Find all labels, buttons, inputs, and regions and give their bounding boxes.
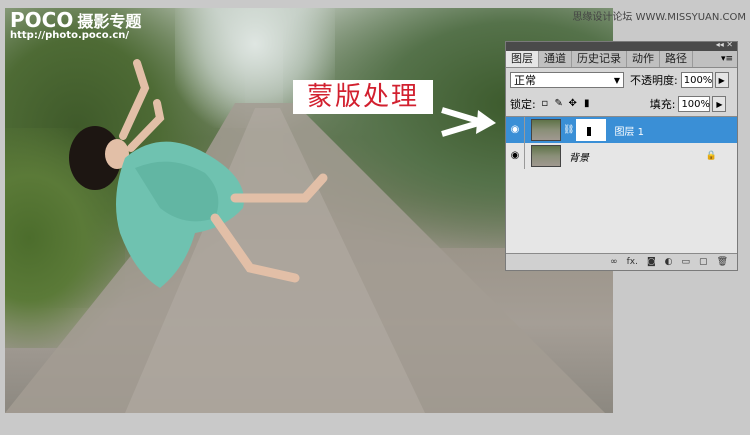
watermark: 思缘设计论坛 WWW.MISSYUAN.COM	[572, 12, 746, 23]
fill-input[interactable]: 100%	[678, 96, 711, 112]
logo-url: http://photo.poco.cn/	[10, 30, 130, 41]
fill-label: 填充:	[649, 98, 676, 111]
eye-icon[interactable]: ◉	[506, 117, 525, 143]
mask-caption: 蒙版处理	[293, 80, 433, 114]
link-icon[interactable]: ∞	[610, 257, 618, 267]
arrow-icon	[441, 107, 496, 137]
blend-mode-select[interactable]: 正常 ▼	[510, 72, 624, 88]
opacity-input[interactable]: 100%	[680, 72, 713, 88]
layer-name: 背景	[569, 152, 589, 164]
layers-panel: ◂◂ ✕ 图层 通道 历史记录 动作 路径 ▾≡ 正常 ▼ 不透明度: 100% …	[505, 40, 738, 271]
layer-row[interactable]: ◉ 背景 🔒	[506, 143, 737, 169]
blend-row: 正常 ▼ 不透明度: 100% ▶	[506, 68, 737, 92]
eye-icon[interactable]: ◉	[506, 143, 525, 169]
lock-pixels-icon[interactable]: ✎	[554, 99, 564, 109]
chain-icon[interactable]: ⛓	[563, 125, 574, 135]
tab-actions[interactable]: 动作	[627, 51, 660, 67]
panel-titlebar[interactable]: ◂◂ ✕	[506, 40, 737, 51]
lock-transparency-icon[interactable]: ▫	[540, 99, 550, 109]
poco-logo: POCO 摄影专题 http://photo.poco.cn/	[10, 8, 141, 41]
fill-slider-button[interactable]: ▶	[712, 96, 727, 112]
trash-icon[interactable]: 🗑	[717, 257, 728, 267]
blend-mode-value: 正常	[514, 74, 536, 87]
panel-tabs: 图层 通道 历史记录 动作 路径 ▾≡	[506, 51, 737, 68]
logo-sub: 摄影专题	[77, 12, 142, 31]
tab-history[interactable]: 历史记录	[572, 51, 627, 67]
collapse-icon[interactable]: ◂◂ ✕	[716, 40, 733, 49]
layers-list: ◉ ⛓ 图层 1 ◉ 背景 🔒	[506, 116, 737, 257]
tab-paths[interactable]: 路径	[660, 51, 693, 67]
layer-name: 图层 1	[614, 126, 644, 138]
adjustment-icon[interactable]: ◐	[665, 257, 673, 267]
panel-menu-icon[interactable]: ▾≡	[721, 51, 733, 67]
lock-icon: 🔒	[705, 151, 717, 161]
folder-icon[interactable]: ▭	[682, 257, 691, 267]
chevron-down-icon: ▼	[613, 76, 620, 85]
layer-mask-thumbnail[interactable]	[576, 119, 607, 141]
opacity-slider-button[interactable]: ▶	[714, 72, 729, 88]
tab-channels[interactable]: 通道	[539, 51, 572, 67]
tab-layers[interactable]: 图层	[506, 51, 539, 67]
new-layer-icon[interactable]: ▢	[699, 257, 708, 267]
layer-thumbnail	[531, 145, 561, 167]
fx-icon[interactable]: fx.	[627, 257, 638, 267]
lock-row: 锁定: ▫ ✎ ✥ ▮ 填充: 100% ▶	[506, 92, 737, 116]
logo-brand: POCO	[10, 8, 74, 32]
opacity-label: 不透明度:	[630, 74, 678, 87]
lock-position-icon[interactable]: ✥	[568, 99, 578, 109]
lock-all-icon[interactable]: ▮	[582, 99, 592, 109]
layer-thumbnail	[531, 119, 561, 141]
layer-row[interactable]: ◉ ⛓ 图层 1	[506, 117, 737, 143]
mask-icon[interactable]: ◙	[647, 257, 656, 267]
lock-label: 锁定:	[510, 98, 536, 111]
panel-footer: ∞ fx. ◙ ◐ ▭ ▢ 🗑	[506, 253, 737, 270]
